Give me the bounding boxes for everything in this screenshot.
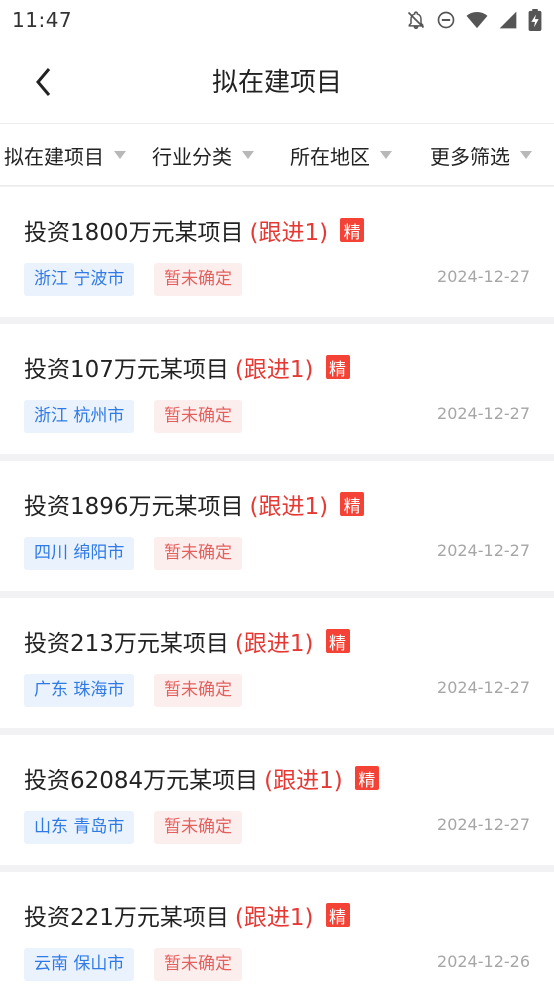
filter-industry[interactable]: 行业分类	[152, 124, 254, 186]
follow-count: (跟进1)	[234, 357, 314, 383]
status-tag: 暂未确定	[154, 674, 242, 707]
project-date: 2024-12-27	[437, 678, 530, 697]
project-card[interactable]: 投资107万元某项目 (跟进1) 精 浙江 杭州市 暂未确定 2024-12-2…	[0, 324, 554, 454]
follow-count: (跟进1)	[249, 220, 329, 246]
project-card[interactable]: 投资213万元某项目 (跟进1) 精 广东 珠海市 暂未确定 2024-12-2…	[0, 598, 554, 728]
project-date: 2024-12-27	[437, 404, 530, 423]
project-title: 投资221万元某项目	[24, 905, 229, 931]
follow-count: (跟进1)	[234, 631, 314, 657]
region-tag: 浙江 宁波市	[24, 263, 135, 296]
dropdown-arrow-icon	[242, 151, 254, 159]
filter-label: 拟在建项目	[4, 144, 104, 169]
status-bar: 11:47	[0, 0, 554, 40]
status-tag: 暂未确定	[154, 948, 242, 981]
featured-badge: 精	[340, 492, 365, 517]
featured-badge: 精	[325, 355, 350, 380]
filter-label: 所在地区	[290, 144, 370, 169]
project-card[interactable]: 投资1800万元某项目 (跟进1) 精 浙江 宁波市 暂未确定 2024-12-…	[0, 187, 554, 317]
project-title-row: 投资62084万元某项目 (跟进1) 精	[24, 761, 379, 795]
status-tag: 暂未确定	[154, 537, 242, 570]
filter-label: 更多筛选	[430, 144, 510, 169]
dropdown-arrow-icon	[114, 151, 126, 159]
filter-region[interactable]: 所在地区	[290, 124, 392, 186]
project-card[interactable]: 投资1896万元某项目 (跟进1) 精 四川 绵阳市 暂未确定 2024-12-…	[0, 461, 554, 591]
status-tag: 暂未确定	[154, 811, 242, 844]
project-date: 2024-12-26	[437, 952, 530, 971]
project-title: 投资1896万元某项目	[24, 494, 244, 520]
status-tag: 暂未确定	[154, 263, 242, 296]
app-bar: 拟在建项目	[0, 40, 554, 124]
status-tag: 暂未确定	[154, 400, 242, 433]
project-date: 2024-12-27	[437, 815, 530, 834]
wifi-icon	[466, 12, 488, 29]
project-title-row: 投资221万元某项目 (跟进1) 精	[24, 898, 350, 932]
status-time: 11:47	[12, 8, 73, 32]
project-title-row: 投资107万元某项目 (跟进1) 精	[24, 350, 350, 384]
featured-badge: 精	[325, 629, 350, 654]
project-title-row: 投资1896万元某项目 (跟进1) 精	[24, 487, 365, 521]
region-tag: 山东 青岛市	[24, 811, 135, 844]
page-title: 拟在建项目	[211, 68, 342, 98]
region-tag: 浙江 杭州市	[24, 400, 135, 433]
project-title: 投资62084万元某项目	[24, 768, 259, 794]
region-tag: 四川 绵阳市	[24, 537, 135, 570]
signal-icon	[499, 11, 517, 29]
filter-bar: 拟在建项目 行业分类 所在地区 更多筛选	[0, 124, 554, 186]
filter-project-type[interactable]: 拟在建项目	[4, 124, 126, 186]
filter-more[interactable]: 更多筛选	[430, 124, 532, 186]
project-title: 投资1800万元某项目	[24, 220, 244, 246]
follow-count: (跟进1)	[234, 905, 314, 931]
project-card[interactable]: 投资221万元某项目 (跟进1) 精 云南 保山市 暂未确定 2024-12-2…	[0, 872, 554, 1002]
do-not-disturb-icon	[437, 11, 455, 29]
project-card[interactable]: 投资62084万元某项目 (跟进1) 精 山东 青岛市 暂未确定 2024-12…	[0, 735, 554, 865]
featured-badge: 精	[325, 903, 350, 928]
project-title-row: 投资1800万元某项目 (跟进1) 精	[24, 213, 365, 247]
follow-count: (跟进1)	[264, 768, 343, 794]
dropdown-arrow-icon	[380, 151, 392, 159]
status-icons	[406, 9, 542, 31]
notifications-off-icon	[407, 11, 425, 30]
project-date: 2024-12-27	[437, 541, 530, 560]
dropdown-arrow-icon	[520, 151, 532, 159]
featured-badge: 精	[340, 218, 365, 243]
project-title: 投资213万元某项目	[24, 631, 229, 657]
battery-charging-icon	[528, 9, 542, 31]
featured-badge: 精	[354, 766, 379, 791]
region-tag: 云南 保山市	[24, 948, 135, 981]
filter-label: 行业分类	[152, 144, 232, 169]
project-title: 投资107万元某项目	[24, 357, 229, 383]
project-date: 2024-12-27	[437, 267, 530, 286]
project-title-row: 投资213万元某项目 (跟进1) 精	[24, 624, 350, 658]
follow-count: (跟进1)	[249, 494, 329, 520]
region-tag: 广东 珠海市	[24, 674, 135, 707]
